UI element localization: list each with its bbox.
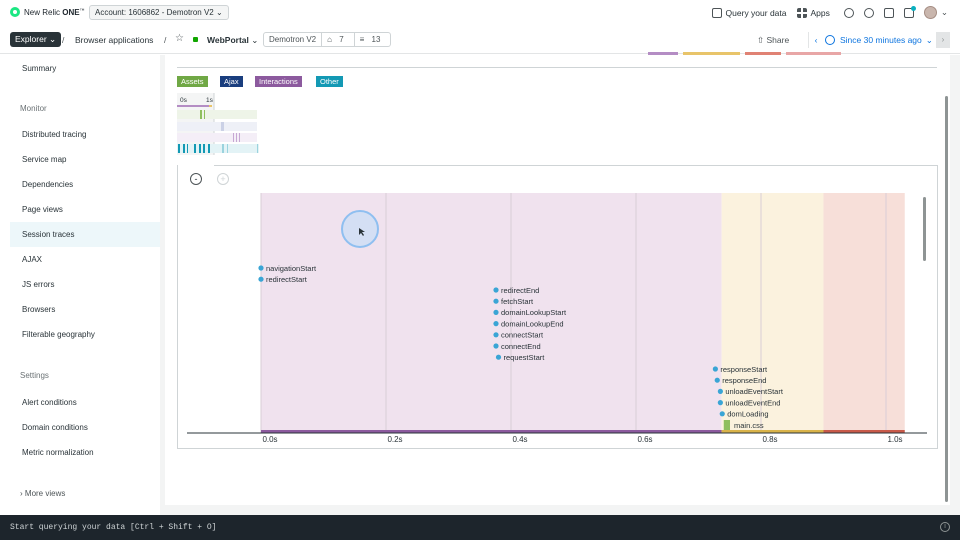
query-bar[interactable]: Start querying your data [Ctrl + Shift +… [0, 515, 960, 540]
x-tick-label: 0.4s [512, 435, 527, 444]
event-label: connectStart [501, 331, 544, 340]
event-label: fetchStart [501, 297, 534, 306]
event-marker [717, 388, 723, 394]
phase-band-1 [721, 193, 824, 433]
event-label: domLoading [727, 410, 768, 419]
event-marker [493, 332, 499, 338]
event-marker [258, 276, 264, 282]
event-marker [714, 377, 720, 383]
event-marker [719, 411, 725, 417]
event-label: domainLookupStart [501, 308, 567, 317]
event-marker [493, 309, 499, 315]
event-label: unloadEventStart [725, 387, 783, 396]
session-trace-timeline[interactable]: 0.0s 0.2s 0.4s 0.6s 0.8s 1.0s navigationStart r… [0, 0, 960, 540]
query-bar-text: Start querying your data [Ctrl + Shift +… [10, 523, 217, 532]
x-tick-label: 0.0s [262, 435, 277, 444]
info-icon[interactable]: i [940, 522, 950, 532]
asset-bar [723, 420, 730, 430]
event-marker [493, 321, 499, 327]
event-label: responseEnd [722, 376, 766, 385]
x-tick-label: 0.8s [762, 435, 777, 444]
event-label: responseStart [720, 365, 768, 374]
event-marker [493, 287, 499, 293]
event-label: unloadEventEnd [725, 398, 780, 407]
event-label: redirectStart [266, 275, 308, 284]
asset-label: main.css [734, 421, 764, 430]
event-marker [258, 265, 264, 271]
event-label: domainLookupEnd [501, 319, 564, 328]
timeline-scrollbar[interactable] [923, 197, 926, 261]
event-label: navigationStart [266, 264, 317, 273]
phase-band-2 [823, 193, 905, 433]
event-label: redirectEnd [501, 286, 539, 295]
x-tick-label: 0.6s [637, 435, 652, 444]
event-marker [493, 343, 499, 349]
x-tick-label: 1.0s [887, 435, 902, 444]
event-marker [712, 366, 718, 372]
event-marker [493, 298, 499, 304]
page-scrollbar[interactable] [945, 96, 948, 502]
phase-band-0 [261, 193, 722, 433]
event-label: connectEnd [501, 342, 541, 351]
x-tick-label: 0.2s [387, 435, 402, 444]
event-marker [495, 354, 502, 360]
event-label: requestStart [504, 353, 546, 362]
event-marker [717, 400, 723, 406]
